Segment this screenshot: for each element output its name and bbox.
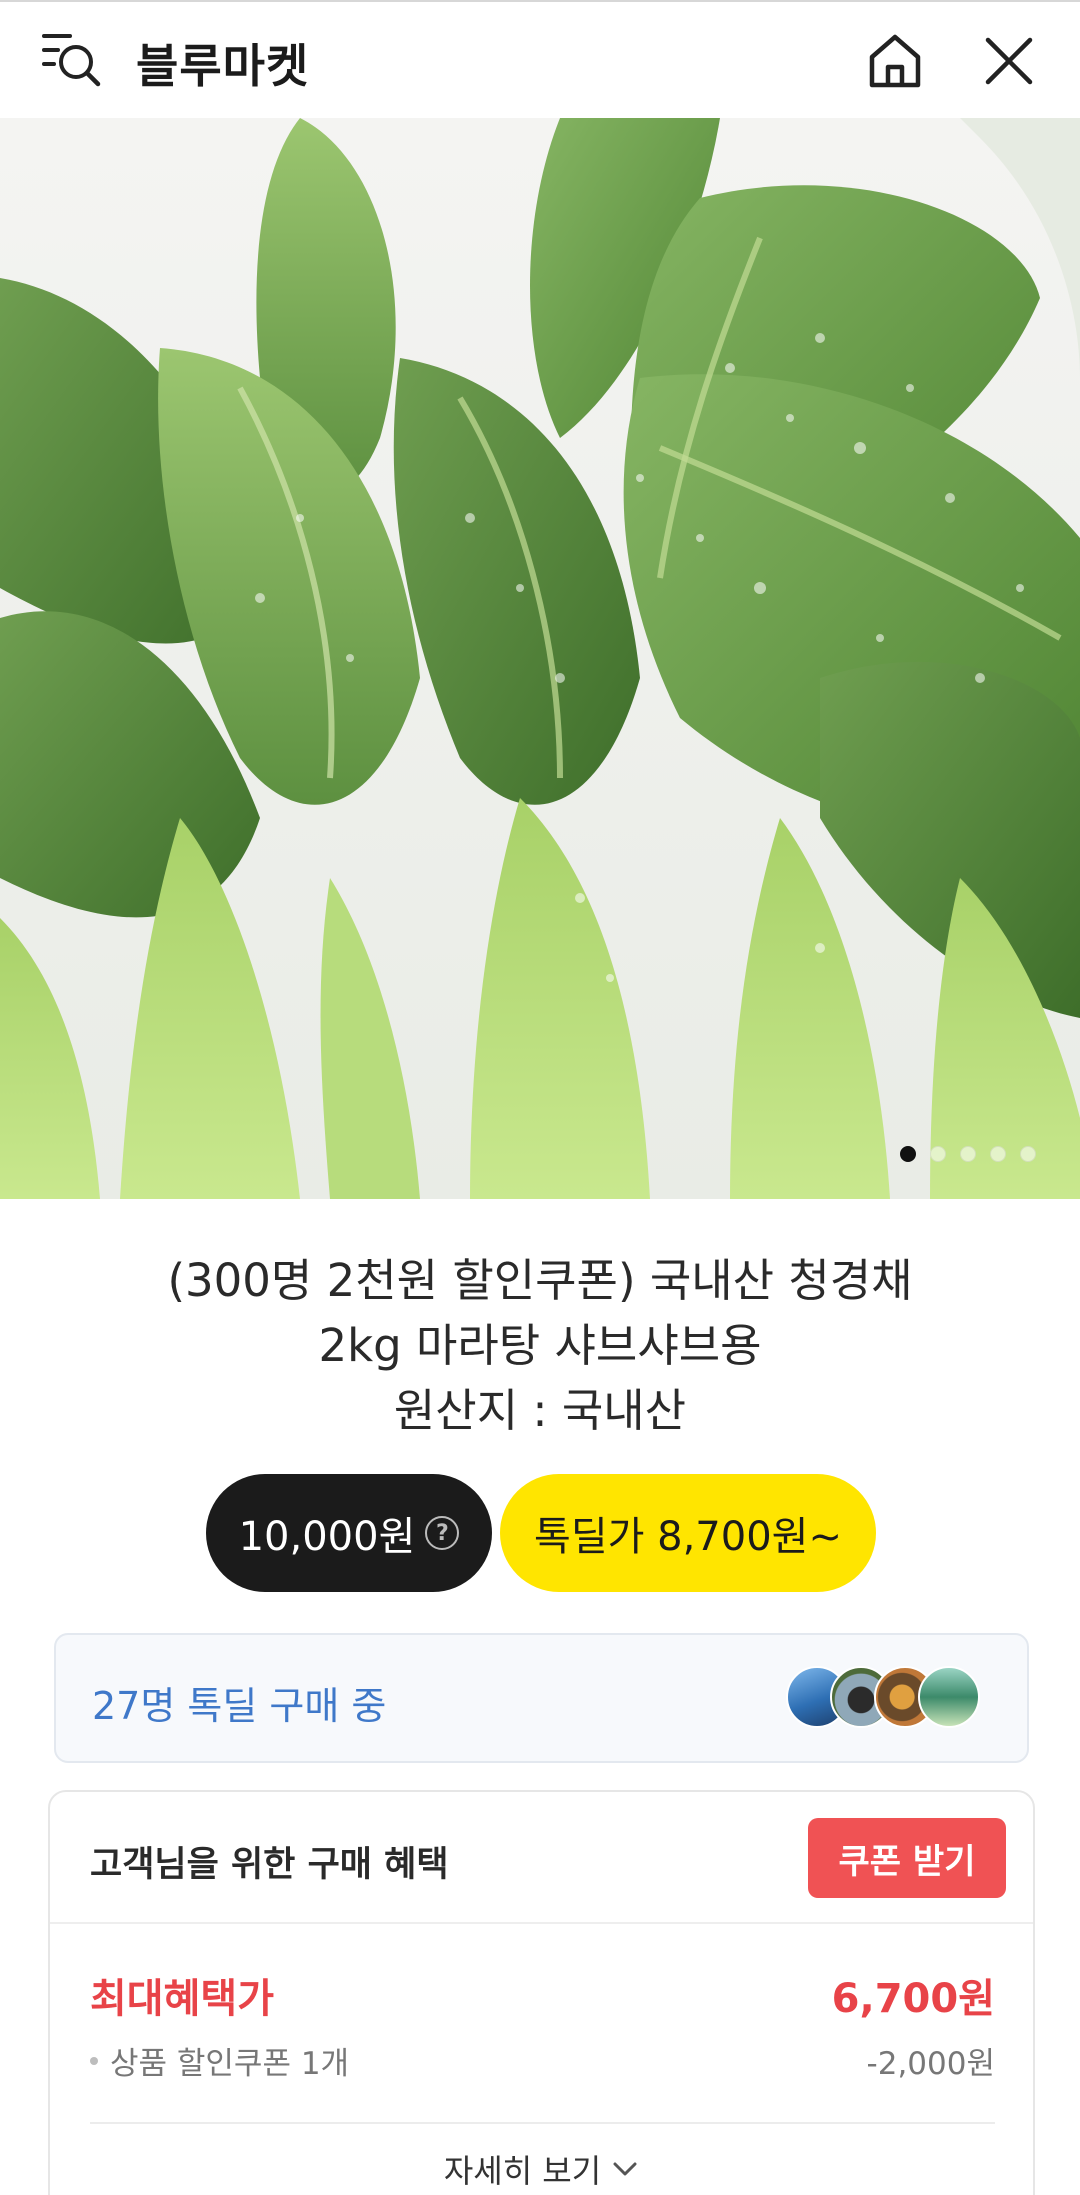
max-benefit-label: 최대혜택가 [90,1976,274,2022]
product-origin: 원산지 : 국내산 [393,1384,687,1437]
buyers-count-text: 27명 톡딜 구매 중 [92,1684,387,1728]
app-root: 블루마켓 (300명 2천원 할인쿠폰) 국내산 청경채 2kg 마라탕 샤브샤… [0,0,1080,2195]
benefits-header: 고객님을 위한 구매 혜택 쿠폰 받기 [50,1792,1033,1924]
coupon-discount-row: 상품 할인쿠폰 1개 [90,2038,349,2083]
carousel-dot [960,1146,976,1162]
deal-price-pill[interactable]: 톡딜가 8,700원~ [500,1474,876,1592]
product-title-line: 2kg 마라탕 샤브샤브용 [318,1319,762,1372]
carousel-indicator [900,1146,1036,1166]
help-icon[interactable]: ? [425,1516,460,1550]
max-benefit-price: 6,700원 [831,1976,995,2022]
carousel-dot [990,1146,1006,1162]
deal-price: 톡딜가 8,700원~ [534,1514,842,1560]
coupon-discount-value: -2,000원 [866,2046,995,2082]
buyers-banner[interactable]: 27명 톡딜 구매 중 [54,1633,1029,1763]
carousel-dot [930,1146,946,1162]
get-coupon-button[interactable]: 쿠폰 받기 [808,1818,1006,1898]
benefits-title: 고객님을 위한 구매 혜택 [90,1845,449,1885]
avatar [918,1666,980,1728]
chevron-down-icon [613,2162,637,2176]
carousel-dot [1020,1146,1036,1162]
top-bar: 블루마켓 [0,0,1080,118]
regular-price: 10,000원 [238,1514,416,1560]
app-title: 블루마켓 [136,39,310,93]
home-icon[interactable] [864,30,926,92]
menu-search-icon[interactable] [40,28,106,94]
product-image-carousel[interactable] [0,118,1080,1199]
regular-price-pill[interactable]: 10,000원 ? [206,1474,492,1592]
price-row: 10,000원 ? 톡딜가 8,700원~ [0,1474,1080,1592]
carousel-dot-active [900,1146,916,1162]
see-more-link[interactable]: 자세히 보기 [50,2146,1033,2192]
product-title: (300명 2천원 할인쿠폰) 국내산 청경채 2kg 마라탕 샤브샤브용 원산… [60,1248,1020,1443]
product-photo [0,118,1080,1199]
coupon-discount-label: 상품 할인쿠폰 1개 [110,2046,350,2082]
divider [90,2122,995,2124]
bullet-icon [90,2056,98,2065]
see-more-label: 자세히 보기 [443,2152,602,2190]
product-title-line: (300명 2천원 할인쿠폰) 국내산 청경채 [167,1254,913,1307]
close-icon[interactable] [978,30,1040,92]
purchase-benefits-card: 고객님을 위한 구매 혜택 쿠폰 받기 최대혜택가 6,700원 상품 할인쿠폰… [48,1790,1035,2195]
buyer-avatars [786,1666,996,1730]
